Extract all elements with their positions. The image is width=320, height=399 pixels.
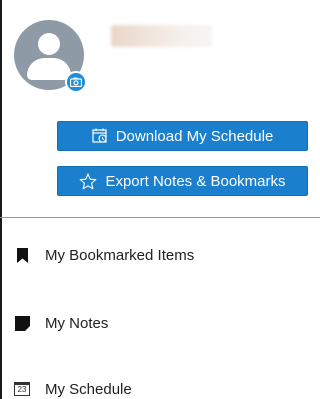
menu-item-bookmarked-items[interactable]: My Bookmarked Items: [0, 235, 320, 275]
avatar-body: [27, 58, 71, 80]
note-icon: [14, 315, 30, 331]
section-divider: [0, 217, 320, 218]
calendar-icon-date: 23: [14, 382, 30, 396]
menu-item-label: My Schedule: [45, 380, 132, 398]
download-schedule-label: Download My Schedule: [115, 127, 274, 145]
bookmark-icon: [14, 247, 30, 263]
camera-icon[interactable]: [65, 71, 87, 93]
user-name-redacted: [111, 25, 212, 47]
avatar-head: [38, 33, 60, 55]
star-outline-icon: [79, 172, 97, 190]
export-notes-bookmarks-label: Export Notes & Bookmarks: [105, 172, 286, 190]
export-notes-bookmarks-button[interactable]: Export Notes & Bookmarks: [57, 166, 308, 196]
menu-item-label: My Notes: [45, 314, 109, 332]
menu-item-notes[interactable]: My Notes: [0, 303, 320, 343]
download-schedule-button[interactable]: Download My Schedule: [57, 121, 308, 151]
calendar-icon: 23: [14, 381, 30, 397]
calendar-clock-icon: [92, 128, 108, 144]
menu-item-schedule[interactable]: 23 My Schedule: [0, 369, 320, 399]
menu-item-label: My Bookmarked Items: [45, 246, 195, 264]
profile-panel: Download My Schedule Export Notes & Book…: [0, 0, 320, 218]
